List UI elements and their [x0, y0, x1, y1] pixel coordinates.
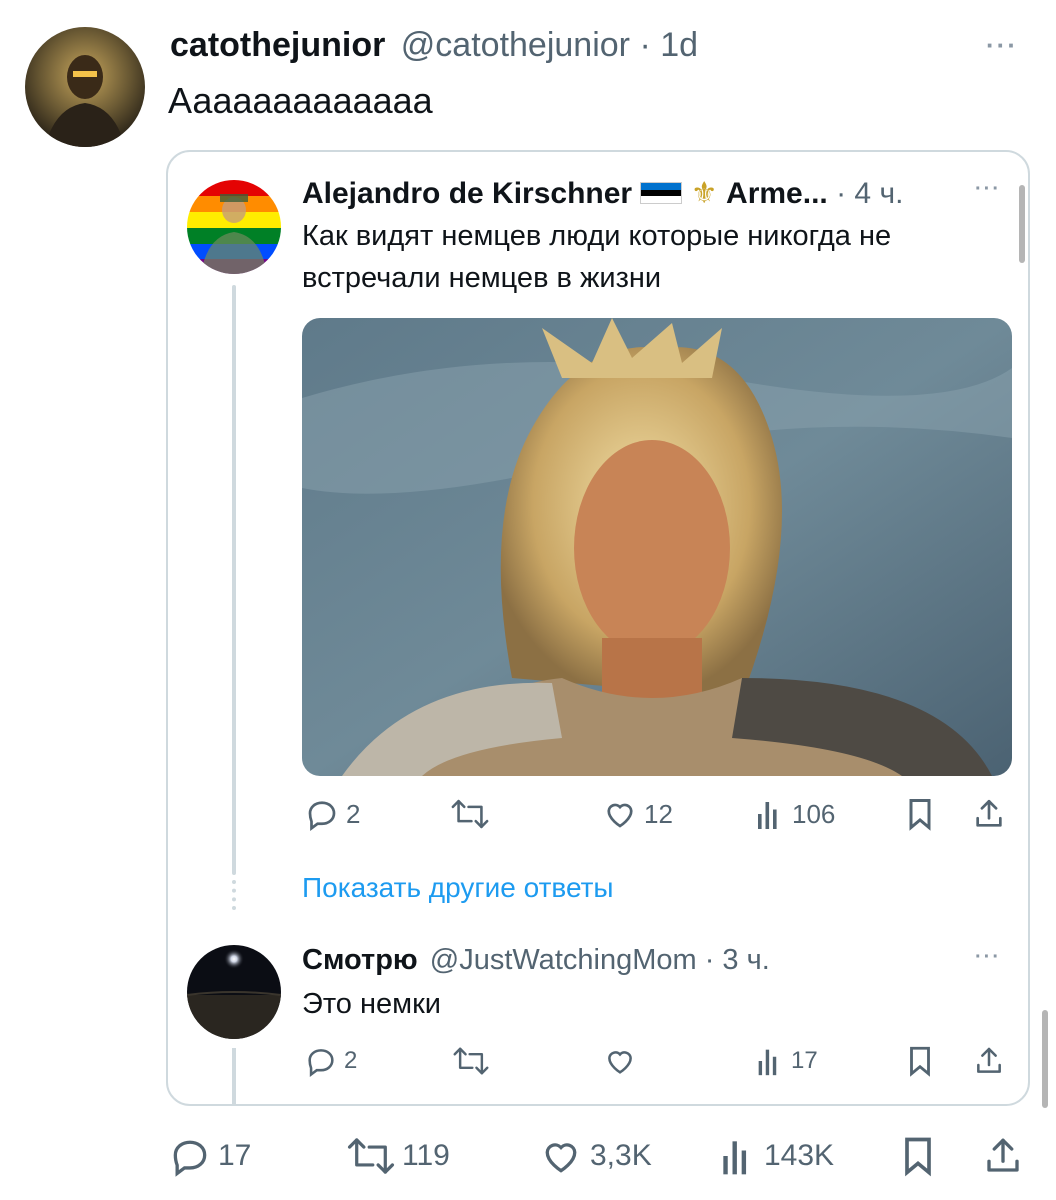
- bookmark-icon: [909, 799, 931, 831]
- like-count: 3,3K: [590, 1139, 652, 1172]
- quoted-text-line2: встречали немцев в жизни: [302, 262, 662, 294]
- views-icon: [758, 1049, 777, 1076]
- quoted-more-options-button[interactable]: ···: [975, 178, 1001, 201]
- author-name[interactable]: catothejunior: [170, 26, 385, 64]
- quoted-like-button[interactable]: 12: [602, 796, 673, 832]
- views-icon: [758, 802, 777, 829]
- thread-line: [232, 285, 236, 875]
- reply-like-button[interactable]: [603, 1044, 637, 1078]
- views-count: 143K: [764, 1139, 835, 1172]
- estonia-flag-icon: [640, 182, 683, 204]
- quoted-author-avatar[interactable]: [187, 180, 281, 274]
- heart-icon: [607, 803, 633, 828]
- scrollbar-thumb[interactable]: [1019, 185, 1025, 263]
- reply-reply-button[interactable]: 2: [304, 1044, 357, 1078]
- reply-more-options-button[interactable]: ···: [975, 946, 1001, 969]
- quoted-bookmark-button[interactable]: [904, 796, 936, 832]
- reply-views-count: 17: [791, 1047, 818, 1074]
- tweet-time[interactable]: · 1d: [639, 26, 698, 64]
- reply-repost-button[interactable]: [452, 1044, 490, 1078]
- author-handle[interactable]: @catothejunior: [401, 26, 630, 64]
- like-button[interactable]: 3,3K: [538, 1134, 652, 1178]
- share-button[interactable]: [982, 1134, 1024, 1178]
- share-icon: [976, 799, 1002, 827]
- repost-icon: [347, 1138, 395, 1174]
- quoted-views-count: 106: [792, 798, 836, 829]
- reply-icon: [308, 801, 336, 831]
- page-scrollbar-thumb[interactable]: [1042, 1010, 1048, 1108]
- reply-bookmark-button[interactable]: [905, 1044, 935, 1078]
- more-options-button[interactable]: ···: [986, 30, 1018, 61]
- reply-icon: [308, 1049, 334, 1078]
- reply-time[interactable]: · 3 ч.: [705, 944, 770, 976]
- reply-text: Это немки: [302, 988, 441, 1020]
- reply-views-button[interactable]: 17: [755, 1044, 818, 1078]
- views-button[interactable]: 143K: [718, 1134, 834, 1178]
- post-media-image[interactable]: [302, 318, 1012, 776]
- heart-icon: [545, 1143, 577, 1173]
- bookmark-icon: [905, 1137, 931, 1177]
- reply-share-button[interactable]: [973, 1044, 1005, 1078]
- heart-icon: [608, 1051, 632, 1074]
- bookmark-icon: [910, 1046, 930, 1077]
- views-icon: [723, 1141, 747, 1175]
- tweet-text: Ааааааааааааа: [168, 80, 433, 121]
- reply-button[interactable]: 17: [168, 1134, 251, 1178]
- repost-icon: [451, 799, 489, 829]
- thread-line-dotted: [232, 880, 236, 910]
- author-avatar[interactable]: [25, 27, 145, 147]
- reply-count: 17: [218, 1139, 252, 1172]
- quoted-author-suffix[interactable]: Arme...: [726, 177, 828, 210]
- quoted-repost-button[interactable]: [450, 796, 490, 832]
- quoted-like-count: 12: [644, 798, 673, 829]
- reply-author-avatar[interactable]: [187, 945, 281, 1039]
- share-icon: [987, 1138, 1019, 1172]
- reply-author-name[interactable]: Смотрю: [302, 944, 418, 976]
- fleur-de-lis-icon: ⚜: [690, 177, 718, 210]
- quoted-text-line1: Как видят немцев люди которые никогда не: [302, 220, 892, 252]
- quoted-reply-button[interactable]: 2: [304, 796, 360, 832]
- quoted-share-button[interactable]: [972, 796, 1006, 832]
- repost-count: 119: [402, 1139, 450, 1172]
- quoted-views-button[interactable]: 106: [754, 796, 835, 832]
- repost-icon: [453, 1047, 489, 1075]
- show-more-replies-link[interactable]: Показать другие ответы: [302, 872, 614, 904]
- share-icon: [977, 1047, 1001, 1073]
- bookmark-button[interactable]: [898, 1134, 938, 1178]
- quoted-author-name[interactable]: Alejandro de Kirschner: [302, 177, 632, 210]
- repost-button[interactable]: 119: [346, 1134, 450, 1178]
- reply-reply-count: 2: [344, 1047, 358, 1074]
- thread-line-bottom: [232, 1048, 236, 1106]
- quoted-reply-count: 2: [346, 798, 361, 829]
- quoted-time[interactable]: · 4 ч.: [836, 177, 903, 210]
- reply-author-handle[interactable]: @JustWatchingMom: [430, 944, 697, 976]
- reply-icon: [173, 1140, 207, 1177]
